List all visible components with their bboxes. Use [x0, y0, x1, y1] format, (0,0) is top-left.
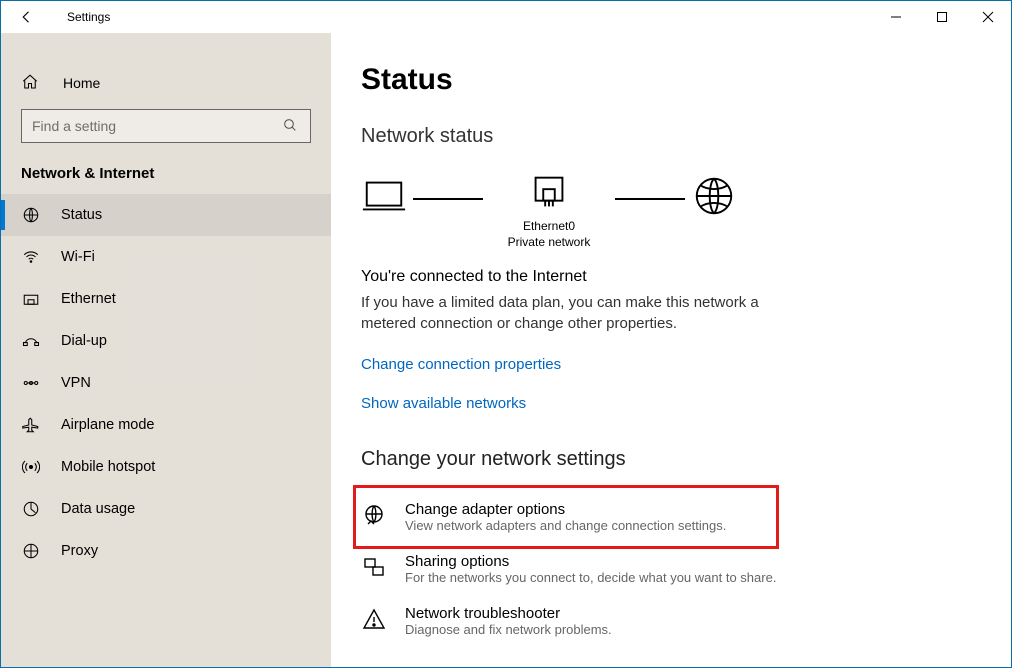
- window-title: Settings: [67, 10, 110, 24]
- option-title: Sharing options: [405, 553, 776, 570]
- sidebar-item-label: Data usage: [61, 501, 135, 517]
- sidebar-item-ethernet[interactable]: Ethernet: [1, 278, 331, 320]
- hotspot-icon: [21, 458, 41, 476]
- option-title: Network troubleshooter: [405, 605, 612, 622]
- sidebar-item-label: Status: [61, 207, 102, 223]
- globe-icon: [691, 173, 737, 222]
- connected-heading: You're connected to the Internet: [361, 268, 971, 286]
- option-desc: Diagnose and fix network problems.: [405, 622, 612, 637]
- page-title: Status: [361, 63, 971, 97]
- proxy-icon: [21, 542, 41, 560]
- titlebar: Settings: [1, 1, 1011, 33]
- sharing-icon: [361, 553, 387, 585]
- diagram-line: [615, 198, 685, 200]
- option-desc: View network adapters and change connect…: [405, 518, 726, 533]
- ethernet-icon: [21, 290, 41, 308]
- sidebar-nav: Status Wi-Fi Ethernet Dial-up VPN: [1, 194, 331, 572]
- sidebar-home[interactable]: Home: [1, 61, 331, 105]
- home-icon: [21, 73, 39, 94]
- link-show-available-networks[interactable]: Show available networks: [361, 395, 971, 412]
- wifi-icon: [21, 248, 41, 266]
- change-settings-heading: Change your network settings: [361, 448, 971, 471]
- option-sharing[interactable]: Sharing options For the networks you con…: [361, 543, 801, 595]
- network-diagram: Ethernet0 Private network: [361, 170, 971, 250]
- search-input-wrap[interactable]: [21, 109, 311, 143]
- sidebar-category: Network & Internet: [21, 165, 311, 182]
- search-icon: [282, 117, 300, 136]
- sidebar-item-dialup[interactable]: Dial-up: [1, 320, 331, 362]
- ethernet-adapter-icon: [526, 170, 572, 219]
- vpn-icon: [21, 374, 41, 392]
- sidebar-item-label: Wi-Fi: [61, 249, 95, 265]
- globe-status-icon: [21, 206, 41, 224]
- connected-body: If you have a limited data plan, you can…: [361, 292, 791, 334]
- dialup-icon: [21, 332, 41, 350]
- main-content: Status Network status Ethernet0 Private …: [331, 33, 1011, 667]
- link-change-connection-properties[interactable]: Change connection properties: [361, 356, 971, 373]
- sidebar-item-label: Dial-up: [61, 333, 107, 349]
- option-title: Change adapter options: [405, 501, 726, 518]
- search-input[interactable]: [32, 118, 282, 134]
- sidebar-item-datausage[interactable]: Data usage: [1, 488, 331, 530]
- adapter-name: Ethernet0: [489, 219, 609, 235]
- computer-icon: [361, 173, 407, 222]
- network-status-heading: Network status: [361, 125, 971, 148]
- maximize-button[interactable]: [919, 1, 965, 32]
- sidebar-item-label: Mobile hotspot: [61, 459, 155, 475]
- close-button[interactable]: [965, 1, 1011, 32]
- adapter-type: Private network: [489, 235, 609, 251]
- sidebar: Home Network & Internet Status Wi: [1, 33, 331, 667]
- sidebar-item-proxy[interactable]: Proxy: [1, 530, 331, 572]
- sidebar-item-label: Ethernet: [61, 291, 116, 307]
- option-troubleshooter[interactable]: Network troubleshooter Diagnose and fix …: [361, 595, 801, 647]
- sidebar-item-airplane[interactable]: Airplane mode: [1, 404, 331, 446]
- diagram-internet: [691, 173, 737, 248]
- sidebar-item-wifi[interactable]: Wi-Fi: [1, 236, 331, 278]
- adapter-options-icon: [361, 501, 387, 533]
- datausage-icon: [21, 500, 41, 518]
- sidebar-item-status[interactable]: Status: [1, 194, 331, 236]
- sidebar-item-vpn[interactable]: VPN: [1, 362, 331, 404]
- sidebar-home-label: Home: [63, 75, 100, 91]
- diagram-adapter: Ethernet0 Private network: [489, 170, 609, 250]
- option-desc: For the networks you connect to, decide …: [405, 570, 776, 585]
- option-change-adapter[interactable]: Change adapter options View network adap…: [361, 491, 801, 543]
- back-button[interactable]: [7, 8, 47, 26]
- sidebar-item-hotspot[interactable]: Mobile hotspot: [1, 446, 331, 488]
- sidebar-item-label: VPN: [61, 375, 91, 391]
- diagram-pc: [361, 173, 407, 248]
- minimize-button[interactable]: [873, 1, 919, 32]
- sidebar-item-label: Proxy: [61, 543, 98, 559]
- troubleshooter-icon: [361, 605, 387, 637]
- sidebar-item-label: Airplane mode: [61, 417, 155, 433]
- airplane-icon: [21, 416, 41, 434]
- diagram-line: [413, 198, 483, 200]
